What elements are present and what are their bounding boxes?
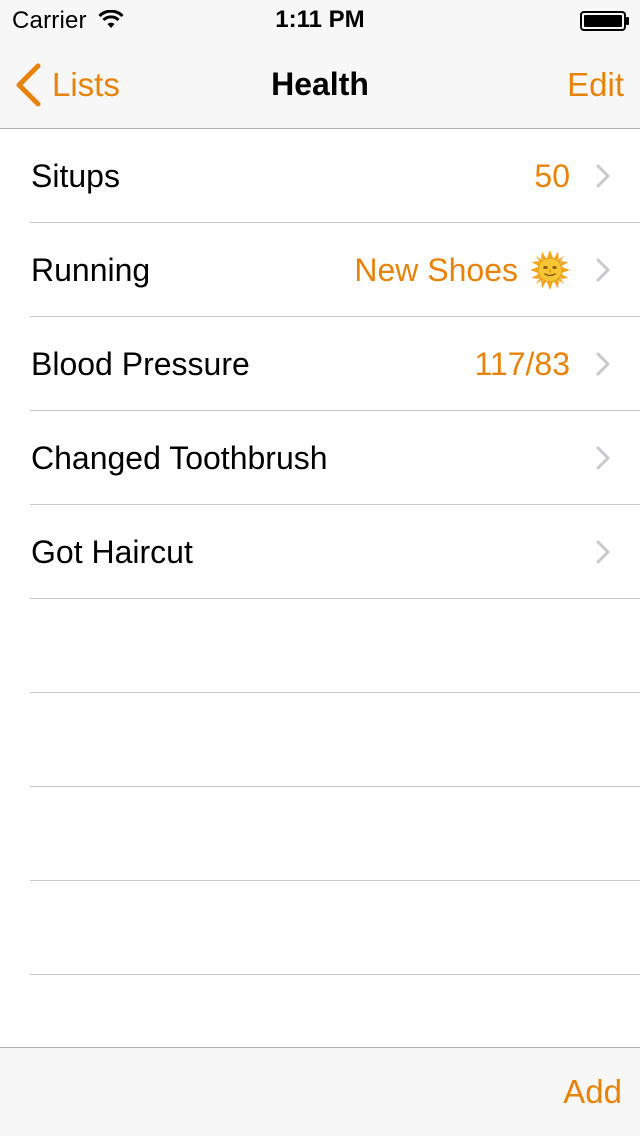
list-item-detail-text: 50 (534, 157, 570, 194)
list-item-detail: New Shoes (354, 250, 570, 290)
screen: Carrier 1:11 PM Lists Health Edit Situps (0, 0, 640, 1136)
list-item-detail: 50 (534, 158, 570, 195)
chevron-right-icon (596, 258, 610, 282)
chevron-right-icon (596, 164, 610, 188)
battery-icon (580, 11, 629, 31)
list-item-detail-text: 117/83 (474, 345, 571, 382)
chevron-right-icon (596, 352, 610, 376)
bottom-toolbar: Add (0, 1047, 640, 1136)
empty-row (0, 599, 640, 693)
list-item-title: Blood Pressure (31, 345, 250, 382)
list-item[interactable]: Changed Toothbrush (0, 411, 640, 505)
add-button[interactable]: Add (563, 1073, 622, 1111)
sun-face-icon (530, 250, 570, 290)
status-time: 1:11 PM (275, 6, 365, 33)
list-item-title: Changed Toothbrush (31, 439, 328, 476)
list-item-title: Got Haircut (31, 533, 193, 570)
list-item[interactable]: Got Haircut (0, 505, 640, 599)
list-item-title: Running (31, 251, 151, 288)
navigation-bar: Lists Health Edit (0, 40, 640, 129)
empty-row (0, 693, 640, 787)
chevron-left-icon (16, 63, 41, 107)
status-bar: Carrier 1:11 PM (0, 0, 640, 40)
list-item-detail: 117/83 (475, 346, 571, 383)
list-item[interactable]: Situps 50 (0, 129, 640, 223)
chevron-right-icon (596, 540, 610, 564)
empty-row (0, 881, 640, 975)
list-item[interactable]: Blood Pressure 117/83 (0, 317, 640, 411)
back-button-label: Lists (52, 66, 120, 103)
list-item-title: Situps (31, 157, 120, 194)
list-item[interactable]: Running New Shoes (0, 223, 640, 317)
list-item-detail-text: New Shoes (354, 251, 518, 288)
edit-button[interactable]: Edit (567, 66, 624, 104)
back-button[interactable]: Lists (14, 62, 120, 108)
item-list: Situps 50 Running New Shoes Blood Pressu… (0, 129, 640, 975)
chevron-right-icon (596, 446, 610, 470)
empty-row (0, 787, 640, 881)
